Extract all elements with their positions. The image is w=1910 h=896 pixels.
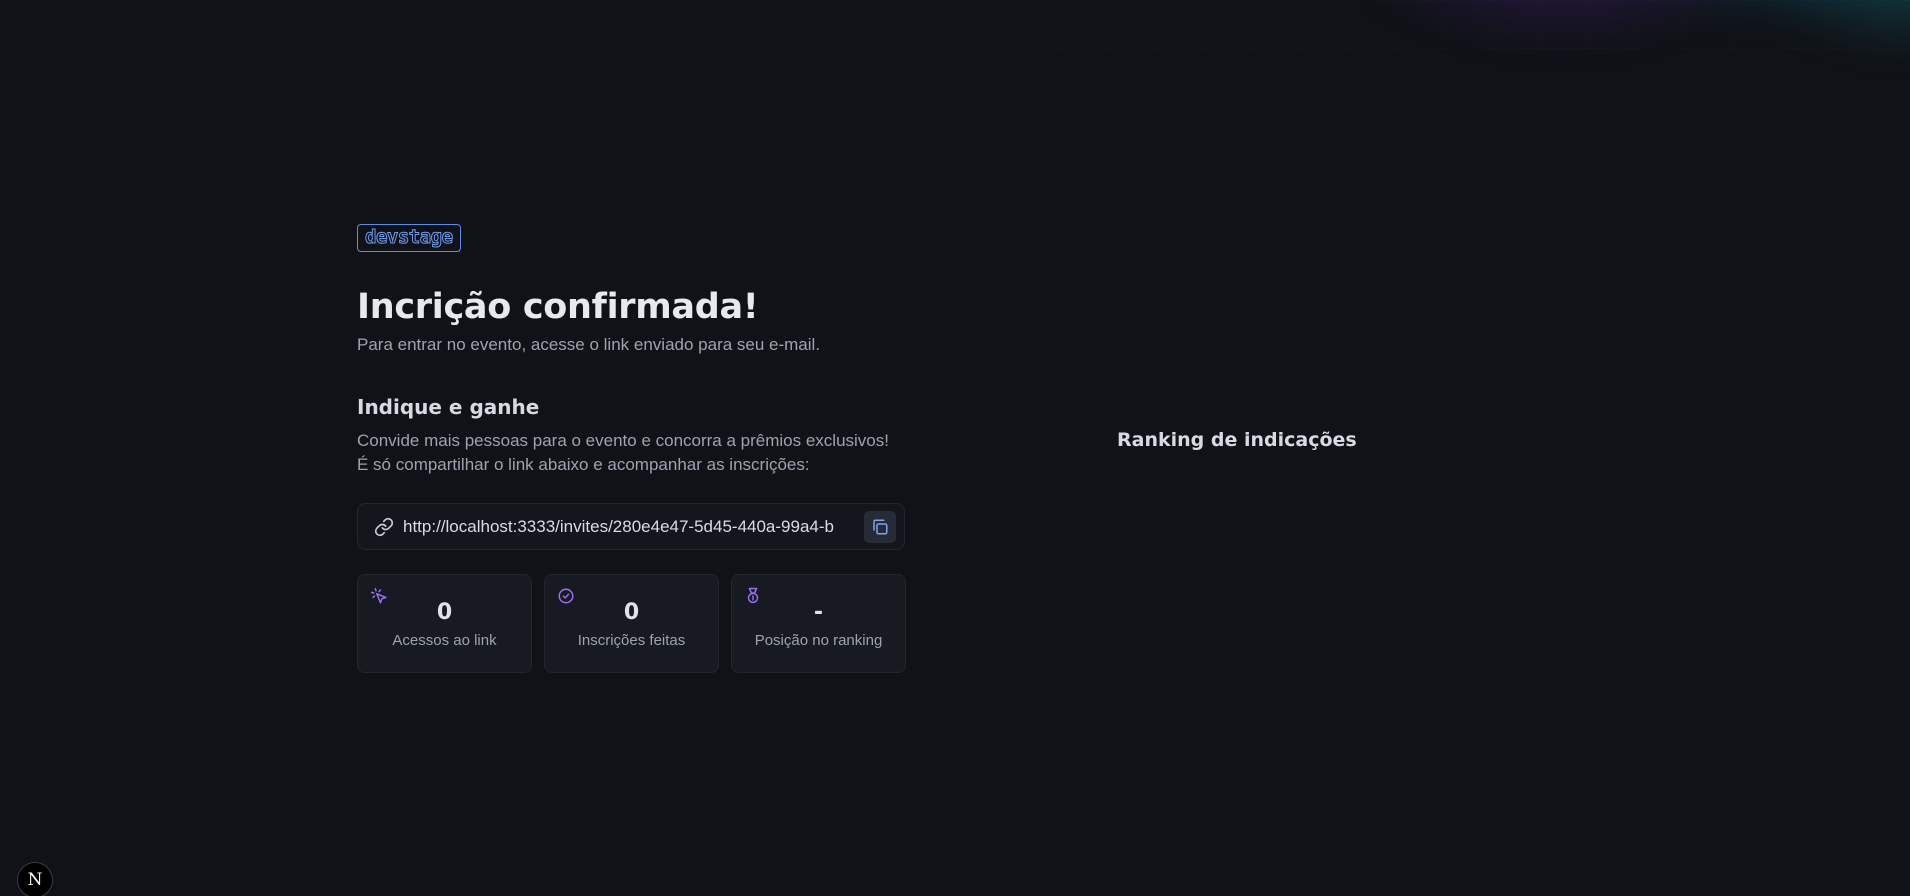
copy-link-button[interactable] [864,510,896,543]
devstage-logo: devstage [357,224,461,252]
invite-link-text[interactable]: http://localhost:3333/invites/280e4e47-5… [403,517,858,537]
stat-label: Inscrições feitas [577,632,686,649]
invite-description-line-1: Convide mais pessoas para o evento e con… [357,431,889,450]
next-dev-indicator-button[interactable]: N [17,862,53,896]
stat-label: Posição no ranking [754,632,883,649]
page: devstage Incrição confirmada! Para entra… [0,0,1910,896]
invite-description-line-2: É só compartilhar o link abaixo e acompa… [357,455,810,474]
invite-section-title: Indique e ganhe [357,395,540,419]
ranking-title: Ranking de indicações [1117,429,1357,451]
background-grid [1010,0,1910,420]
page-subtitle: Para entrar no evento, acesse o link env… [357,335,821,354]
stat-ranking-position: - Posição no ranking [731,574,906,673]
stat-subscriptions: 0 Inscrições feitas [544,574,719,673]
stat-link-access: 0 Acessos ao link [357,574,532,673]
stat-label: Acessos ao link [392,632,497,649]
stats-row: 0 Acessos ao link 0 Inscrições feitas - … [357,574,907,673]
cursor-click-icon [370,587,388,605]
invite-link-field[interactable]: http://localhost:3333/invites/280e4e47-5… [357,503,905,550]
link-icon [374,517,394,537]
copy-icon [873,519,888,534]
medal-icon [744,587,762,605]
invite-description: Convide mais pessoas para o evento e con… [357,429,907,477]
badge-check-icon [557,587,575,605]
page-title: Incrição confirmada! [357,287,759,327]
confirmation-panel: devstage Incrição confirmada! Para entra… [357,224,907,673]
